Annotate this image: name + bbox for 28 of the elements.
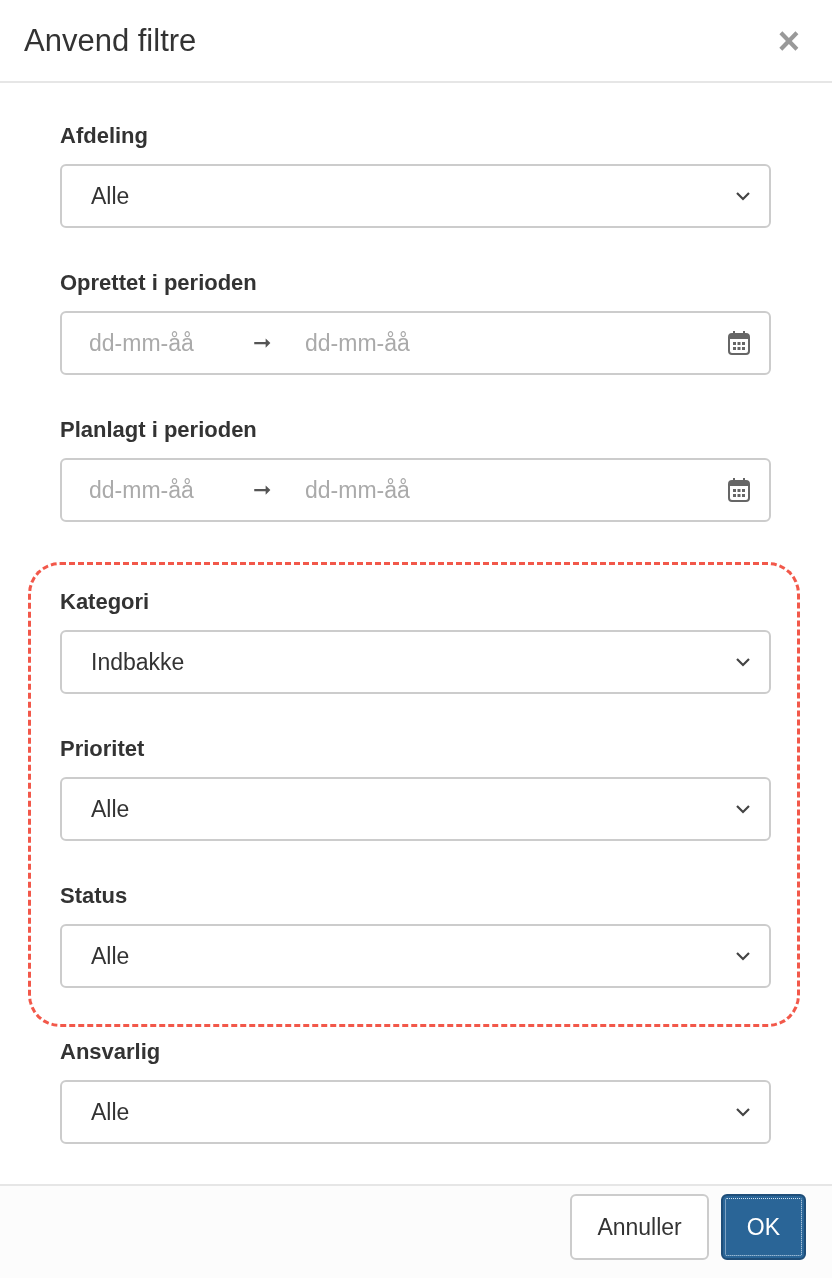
arrow-text: ➞ xyxy=(253,330,271,357)
end-date-field[interactable]: dd-mm-åå xyxy=(305,476,455,504)
calendar-icon[interactable] xyxy=(727,477,751,504)
chevron-down-icon xyxy=(735,191,751,202)
dropdown-field[interactable]: Alle xyxy=(60,777,771,842)
field-label: Planlagt i perioden xyxy=(60,416,258,445)
dropdown-field[interactable]: Alle xyxy=(60,924,771,989)
arrow-text: ➞ xyxy=(253,477,271,504)
dialog-title: Anvend filtre xyxy=(24,22,197,59)
dropdown-field[interactable]: Alle xyxy=(60,164,771,229)
field-label: Ansvarlig xyxy=(60,1038,162,1067)
ok-button[interactable]: OK xyxy=(720,1194,806,1261)
calendar-icon[interactable] xyxy=(727,330,751,357)
field-label: Kategori xyxy=(60,588,151,617)
field-label: Afdeling xyxy=(60,122,149,151)
chevron-down-icon xyxy=(735,657,751,668)
start-date-field[interactable]: dd-mm-åå xyxy=(89,329,239,357)
chevron-down-icon xyxy=(735,1107,751,1118)
chevron-down-icon xyxy=(735,951,751,962)
dropdown-field[interactable]: Alle xyxy=(60,1080,771,1145)
end-date-field[interactable]: dd-mm-åå xyxy=(305,329,455,357)
field-label: Status xyxy=(60,882,129,911)
start-date-field[interactable]: dd-mm-åå xyxy=(89,476,239,504)
field-label: Oprettet i perioden xyxy=(60,269,258,298)
dropdown-field[interactable]: Indbakke xyxy=(60,630,771,695)
chevron-down-icon xyxy=(735,804,751,815)
field-label: Prioritet xyxy=(60,735,146,764)
cancel-button[interactable]: Annuller xyxy=(570,1194,709,1261)
